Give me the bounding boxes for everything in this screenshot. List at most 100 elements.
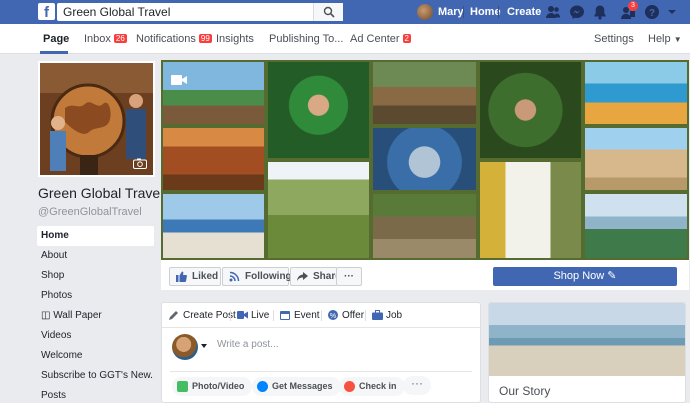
cover-photo-tile [266, 60, 371, 160]
create-post-tab[interactable]: Create Post [169, 308, 236, 324]
following-button[interactable]: Following ▼ [222, 267, 301, 286]
sidebar-item-videos[interactable]: Videos [37, 326, 154, 346]
sidebar-item-photos[interactable]: Photos [37, 286, 154, 306]
story-cover-image [489, 303, 685, 376]
topbar-divider [463, 6, 464, 18]
chevron-down-icon[interactable] [201, 344, 207, 348]
sidebar-item-welcome[interactable]: Welcome [37, 346, 154, 366]
cover-photo-tile [583, 60, 689, 126]
facebook-logo-icon[interactable]: f [38, 3, 55, 20]
cover-photo-tile [371, 192, 478, 260]
our-story-card[interactable]: Our Story [488, 302, 686, 403]
shop-now-button[interactable]: Shop Now ✎ [493, 267, 677, 286]
pill-label: Photo/Video [192, 381, 245, 391]
cover-photo-tile [583, 126, 689, 192]
camera-icon[interactable] [133, 158, 147, 169]
event-tab[interactable]: Event [280, 308, 320, 324]
page-title[interactable]: Green Global Travel [38, 185, 163, 201]
sidebar-item-about[interactable]: About [37, 246, 154, 266]
write-post-input[interactable]: Write a post... [217, 339, 279, 350]
cover-photo-tile [161, 60, 266, 126]
tab-divider [273, 310, 274, 321]
home-link[interactable]: Home [470, 0, 501, 24]
tab-help[interactable]: Help ▼ [648, 24, 682, 54]
sidebar-item-wall-paper[interactable]: ◫ Wall Paper [37, 306, 154, 326]
check-in-button[interactable]: Check in [339, 377, 405, 396]
user-avatar[interactable] [417, 4, 433, 20]
liked-label: Liked [192, 271, 219, 282]
notification-badge: 3 [628, 1, 638, 11]
offer-tab[interactable]: % Offer [328, 308, 364, 324]
ad-center-count-badge: 2 [402, 34, 411, 43]
cover-photo-tile [371, 126, 478, 192]
sidebar-item-shop[interactable]: Shop [37, 266, 154, 286]
search-icon [323, 6, 335, 18]
search-input[interactable]: Green Global Travel [57, 3, 343, 21]
story-title: Our Story [499, 384, 551, 398]
tab-notifications[interactable]: Notifications 99 [136, 24, 212, 54]
cover-photo-tile [583, 192, 689, 260]
composer-divider [162, 327, 480, 328]
svg-text:?: ? [649, 8, 655, 19]
tab-divider [365, 310, 366, 321]
sidebar-item-subscribe[interactable]: Subscribe to GGT's New... [37, 366, 154, 386]
messenger-icon[interactable] [569, 4, 585, 20]
liked-button[interactable]: Liked ▼ [169, 267, 228, 286]
offer-tag-icon: % [328, 310, 338, 320]
live-tab[interactable]: Live [237, 308, 269, 324]
composer-avatar[interactable] [172, 334, 198, 360]
pencil-icon [169, 311, 178, 320]
sidebar-item-home[interactable]: Home [37, 226, 154, 246]
page-nav-bar: Page Inbox 26 Notifications 99 Insights Pu… [0, 24, 690, 54]
share-button[interactable]: Share [290, 267, 341, 286]
location-pin-icon [344, 381, 355, 392]
photo-video-button[interactable]: Photo/Video [172, 377, 253, 396]
messenger-icon [257, 381, 268, 392]
shop-now-label: Shop Now [553, 270, 605, 282]
left-sidebar-nav: Home About Shop Photos ◫ Wall Paper Vide… [37, 226, 154, 403]
tab-label: Offer [342, 310, 365, 321]
tab-divider [321, 310, 322, 321]
tab-divider [230, 310, 231, 321]
video-camera-icon[interactable] [171, 74, 187, 86]
cover-photo-tile [161, 126, 266, 192]
tab-label: Notifications [136, 33, 196, 45]
job-tab[interactable]: Job [372, 308, 402, 324]
get-messages-button[interactable]: Get Messages [252, 377, 341, 396]
chevron-down-icon: ▼ [673, 35, 682, 44]
live-video-icon [237, 311, 248, 319]
tab-publishing-tools[interactable]: Publishing To... [269, 24, 343, 54]
create-link[interactable]: Create [507, 0, 541, 24]
thumbs-up-icon [176, 271, 187, 282]
topbar-divider [498, 6, 499, 18]
top-bar: f Green Global Travel Mary Home Create 3… [0, 0, 690, 24]
briefcase-icon [372, 310, 383, 320]
tab-label: Inbox [84, 33, 111, 45]
page-handle[interactable]: @GreenGlobalTravel [38, 206, 142, 218]
tab-inbox[interactable]: Inbox 26 [84, 24, 127, 54]
tab-label: Page [43, 33, 70, 45]
search-button[interactable] [313, 3, 343, 21]
notifications-bell-icon[interactable] [592, 4, 608, 20]
cover-photo-collage[interactable] [161, 60, 689, 260]
composer-more-button[interactable]: ··· [403, 376, 431, 395]
cover-photo-tile [478, 160, 583, 260]
cover-photo-tile [478, 60, 583, 160]
cover-photo-tile [161, 192, 266, 260]
tab-insights[interactable]: Insights [216, 24, 254, 54]
following-label: Following [245, 271, 292, 282]
account-menu-chevron-icon[interactable] [666, 6, 678, 18]
sidebar-item-posts[interactable]: Posts [37, 386, 154, 403]
tab-page[interactable]: Page [43, 24, 69, 54]
tab-settings[interactable]: Settings [594, 24, 634, 54]
more-actions-button[interactable]: ··· [336, 267, 362, 286]
friend-requests-icon[interactable] [545, 4, 561, 20]
tab-ad-center[interactable]: Ad Center 2 [350, 24, 411, 54]
active-tab-indicator [40, 51, 68, 54]
pill-label: Get Messages [272, 381, 333, 391]
composer-divider [170, 371, 472, 372]
tab-label: Help [648, 33, 671, 45]
profile-link[interactable]: Mary [438, 0, 464, 24]
help-icon[interactable]: ? [644, 4, 660, 20]
notifications-count-badge: 99 [198, 34, 212, 43]
